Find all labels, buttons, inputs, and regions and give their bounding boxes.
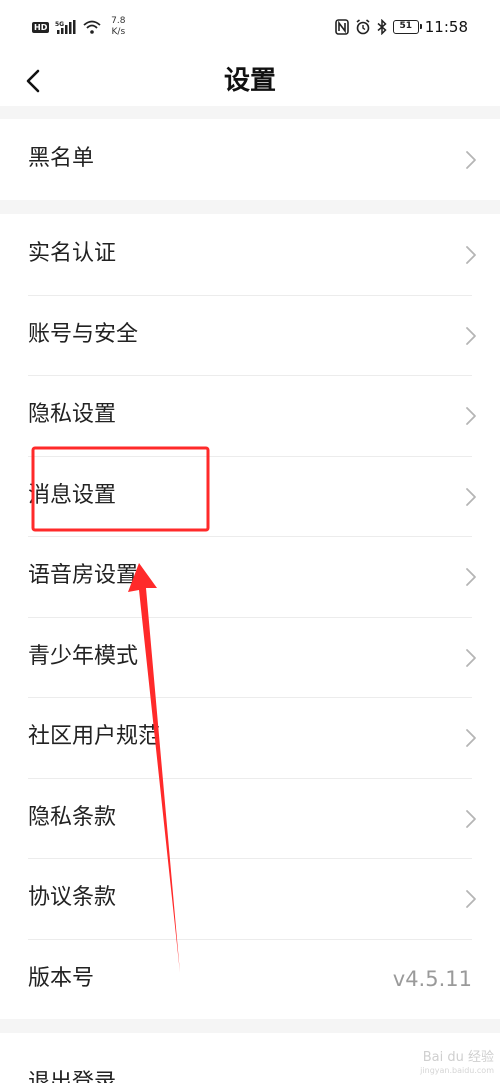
settings-item-privacy-policy[interactable]: 隐私条款 — [0, 777, 500, 859]
settings-item-label: 账号与安全 — [28, 321, 139, 347]
status-left: HD 5G 7.8 K/s — [32, 16, 129, 38]
main-settings-group: 实名认证 账号与安全 隐私设置 消息设置 语音房设置 青少年模式 社区用户规范 — [0, 214, 500, 1019]
chevron-right-icon — [466, 487, 476, 506]
bluetooth-icon — [377, 19, 387, 35]
settings-item-user-agreement[interactable]: 协议条款 — [0, 858, 500, 939]
battery-icon: 51 — [392, 20, 422, 34]
clock: 11:58 — [424, 18, 468, 36]
settings-item-blacklist[interactable]: 黑名单 — [0, 119, 500, 200]
wifi-icon — [83, 20, 101, 34]
settings-item-privacy-settings[interactable]: 隐私设置 — [0, 375, 500, 456]
settings-item-label: 消息设置 — [28, 482, 117, 508]
cellular-signal-icon: 5G — [55, 20, 76, 34]
chevron-right-icon — [466, 648, 476, 667]
network-speed: 7.8 K/s — [107, 16, 129, 38]
nfc-icon — [334, 19, 349, 35]
chevron-right-icon — [466, 151, 476, 169]
network-speed-unit: K/s — [111, 27, 126, 37]
settings-item-label: 协议条款 — [28, 885, 117, 910]
chevron-right-icon — [466, 568, 476, 586]
settings-item-label: 黑名单 — [28, 146, 95, 171]
top-nav-bar: 设置 — [0, 56, 500, 106]
page-title: 设置 — [223, 66, 276, 96]
chevron-right-icon — [466, 407, 476, 425]
version-label: 版本号 — [28, 965, 95, 991]
chevron-right-icon — [466, 729, 476, 747]
settings-item-label: 隐私设置 — [28, 402, 117, 427]
watermark-domain: jingyan.baidu.com — [420, 1066, 494, 1075]
settings-item-label: 隐私条款 — [28, 804, 117, 830]
settings-item-label: 实名认证 — [28, 241, 117, 266]
settings-item-teen-mode[interactable]: 青少年模式 — [0, 616, 500, 698]
chevron-right-icon — [466, 246, 476, 264]
logout-label: 退出登录 — [28, 1070, 117, 1083]
settings-item-community-guidelines[interactable]: 社区用户规范 — [0, 697, 500, 778]
version-value: v4.5.11 — [392, 966, 472, 991]
status-right: 51 11:58 — [334, 18, 468, 36]
settings-item-label: 社区用户规范 — [28, 724, 161, 749]
watermark-brand: Bai du 经验 — [422, 1050, 494, 1065]
network-speed-value: 7.8 — [111, 16, 126, 26]
settings-item-version: 版本号 v4.5.11 — [0, 938, 500, 1020]
settings-item-label: 语音房设置 — [28, 563, 139, 588]
blacklist-group: 黑名单 — [0, 119, 500, 200]
chevron-right-icon — [466, 809, 476, 828]
watermark: Bai du 经验 jingyan.baidu.com — [420, 1051, 494, 1077]
alarm-icon — [356, 19, 370, 35]
settings-item-real-name-verification[interactable]: 实名认证 — [0, 214, 500, 295]
status-bar: HD 5G 7.8 K/s 51 11:58 — [0, 0, 500, 56]
settings-screen: HD 5G 7.8 K/s 51 11:58 设置 黑名单 实名认证 账号与安全… — [0, 0, 500, 1083]
settings-item-voice-room-settings[interactable]: 语音房设置 — [0, 536, 500, 617]
chevron-right-icon — [466, 326, 476, 345]
settings-item-message-settings[interactable]: 消息设置 — [0, 455, 500, 537]
settings-item-account-security[interactable]: 账号与安全 — [0, 294, 500, 376]
hd-badge: HD — [32, 21, 50, 33]
signal-label: 5G — [55, 21, 64, 28]
chevron-right-icon — [466, 890, 476, 908]
settings-item-label: 青少年模式 — [28, 643, 139, 669]
